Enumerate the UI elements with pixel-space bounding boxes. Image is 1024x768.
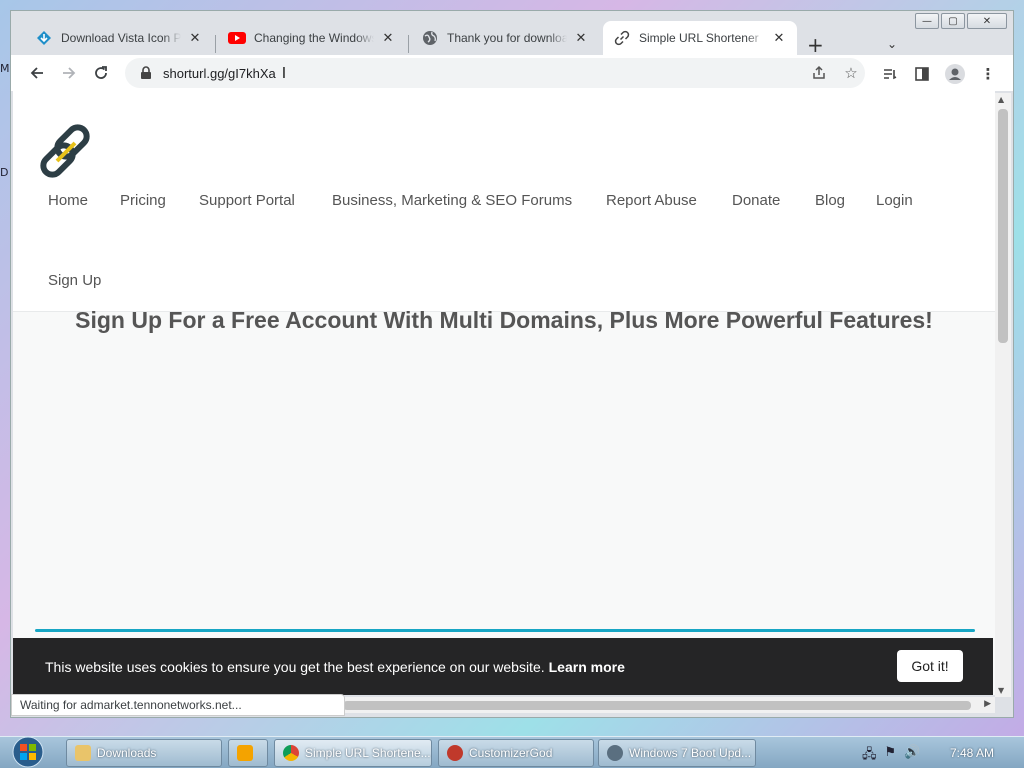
tab-separator xyxy=(408,35,409,53)
close-icon[interactable]: ✕ xyxy=(187,30,203,46)
nav-sign-up[interactable]: Sign Up xyxy=(48,272,101,289)
lock-icon xyxy=(141,66,151,79)
taskbar-item-label: Simple URL Shortene... xyxy=(305,746,431,760)
site-header: Home Pricing Support Portal Business, Ma… xyxy=(13,91,995,312)
reload-icon xyxy=(95,66,107,79)
cookie-message: This website uses cookies to ensure you … xyxy=(45,658,545,675)
share-icon[interactable] xyxy=(809,63,829,83)
media-player-icon xyxy=(237,745,253,761)
arrow-left-icon xyxy=(30,67,43,79)
scroll-up-icon[interactable]: ▲ xyxy=(998,95,1004,104)
customizergod-icon xyxy=(447,745,463,761)
reload-button[interactable] xyxy=(89,61,113,85)
vertical-scrollbar[interactable]: ▲ ▼ xyxy=(995,93,1011,697)
folder-icon xyxy=(75,745,91,761)
tab-search-button[interactable]: ⌄ xyxy=(887,37,897,51)
taskbar-item-label: CustomizerGod xyxy=(469,746,553,760)
volume-icon[interactable]: 🔊 xyxy=(904,745,920,767)
nav-report-abuse[interactable]: Report Abuse xyxy=(606,192,697,209)
network-icon[interactable]: 🖧 xyxy=(862,745,877,767)
menu-kebab-icon[interactable]: ⋮ xyxy=(977,63,999,85)
cookie-banner: This website uses cookies to ensure you … xyxy=(13,638,993,695)
accent-divider xyxy=(35,629,975,632)
close-icon[interactable]: ✕ xyxy=(573,30,589,46)
nav-login[interactable]: Login xyxy=(876,192,913,209)
link-icon xyxy=(613,29,631,47)
close-icon[interactable]: ✕ xyxy=(380,30,396,46)
nav-donate[interactable]: Donate xyxy=(732,192,780,209)
taskbar-item-label: Windows 7 Boot Upd... xyxy=(629,746,752,760)
scroll-right-icon[interactable]: ▶ xyxy=(984,699,991,709)
tab-separator xyxy=(215,35,216,53)
tab-changing-windows[interactable]: Changing the Windows ✕ xyxy=(218,21,406,55)
window-controls: — ▢ ✕ xyxy=(915,13,1007,29)
maximize-button[interactable]: ▢ xyxy=(941,13,965,29)
scroll-thumb[interactable] xyxy=(343,701,971,710)
address-bar[interactable]: shorturl.gg/gI7khXa I xyxy=(125,58,865,88)
tab-thank-you[interactable]: Thank you for downloading ✕ xyxy=(411,21,599,55)
chrome-icon xyxy=(283,745,299,761)
start-button[interactable] xyxy=(6,735,50,768)
taskbar-item-customizergod[interactable]: CustomizerGod xyxy=(438,739,594,767)
tab-vista-icon-pack[interactable]: Download Vista Icon Pack ✕ xyxy=(25,21,213,55)
download-favicon-icon xyxy=(35,29,53,47)
side-panel-icon[interactable] xyxy=(911,63,933,85)
tab-title: Download Vista Icon Pack xyxy=(61,31,181,45)
back-button[interactable] xyxy=(25,61,49,85)
reading-list-icon[interactable] xyxy=(879,63,901,85)
tab-strip: Download Vista Icon Pack ✕ Changing the … xyxy=(11,19,1013,57)
taskbar: Downloads Simple URL Shortene... Customi… xyxy=(0,736,1024,768)
bookmark-star-icon[interactable]: ☆ xyxy=(841,63,861,83)
tab-title: Thank you for downloading xyxy=(447,31,567,45)
tab-title: Changing the Windows xyxy=(254,31,374,45)
browser-window: — ▢ ✕ Download Vista Icon Pack ✕ Changin… xyxy=(10,10,1014,718)
cookie-learn-more-link[interactable]: Learn more xyxy=(549,659,625,675)
minimize-button[interactable]: — xyxy=(915,13,939,29)
system-tray: 🖧 ⚑ 🔊 xyxy=(862,745,920,767)
scroll-thumb[interactable] xyxy=(998,109,1008,343)
profile-avatar-icon[interactable] xyxy=(944,63,966,85)
desktop-icon-label: M xyxy=(0,62,10,75)
cookie-accept-button[interactable]: Got it! xyxy=(897,650,963,682)
nav-home[interactable]: Home xyxy=(48,192,88,209)
scroll-down-icon[interactable]: ▼ xyxy=(998,686,1004,695)
tab-simple-url-shortener[interactable]: Simple URL Shortener ✕ xyxy=(603,21,797,55)
nav-blog[interactable]: Blog xyxy=(815,192,845,209)
desktop-icon-label: D xyxy=(0,166,9,179)
url-text[interactable]: shorturl.gg/gI7khXa xyxy=(163,66,276,81)
nav-support-portal[interactable]: Support Portal xyxy=(199,192,295,209)
forward-button[interactable] xyxy=(57,61,81,85)
browser-toolbar: shorturl.gg/gI7khXa I ☆ ⋮ xyxy=(11,55,1013,91)
globe-icon xyxy=(421,29,439,47)
youtube-icon xyxy=(228,29,246,47)
close-window-button[interactable]: ✕ xyxy=(967,13,1007,29)
close-icon[interactable]: ✕ xyxy=(771,30,787,46)
tab-title: Simple URL Shortener xyxy=(639,31,759,45)
new-tab-button[interactable]: + xyxy=(807,33,824,57)
taskbar-item-media[interactable] xyxy=(228,739,268,767)
status-bubble: Waiting for admarket.tennonetworks.net..… xyxy=(11,694,345,716)
action-center-flag-icon[interactable]: ⚑ xyxy=(885,745,897,767)
clock[interactable]: 7:48 AM xyxy=(950,746,994,760)
nav-forums[interactable]: Business, Marketing & SEO Forums xyxy=(332,192,572,209)
arrow-right-icon xyxy=(63,67,76,79)
web-page: Home Pricing Support Portal Business, Ma… xyxy=(13,91,995,695)
text-cursor-icon: I xyxy=(281,64,287,82)
nav-pricing[interactable]: Pricing xyxy=(120,192,166,209)
taskbar-item-label: Downloads xyxy=(97,746,157,760)
taskbar-item-chrome[interactable]: Simple URL Shortene... xyxy=(274,739,432,767)
taskbar-item-downloads[interactable]: Downloads xyxy=(66,739,222,767)
boot-updater-icon xyxy=(607,745,623,761)
chain-link-logo[interactable] xyxy=(35,121,97,187)
page-headline: Sign Up For a Free Account With Multi Do… xyxy=(75,307,933,333)
taskbar-item-windows7-boot[interactable]: Windows 7 Boot Upd... xyxy=(598,739,756,767)
